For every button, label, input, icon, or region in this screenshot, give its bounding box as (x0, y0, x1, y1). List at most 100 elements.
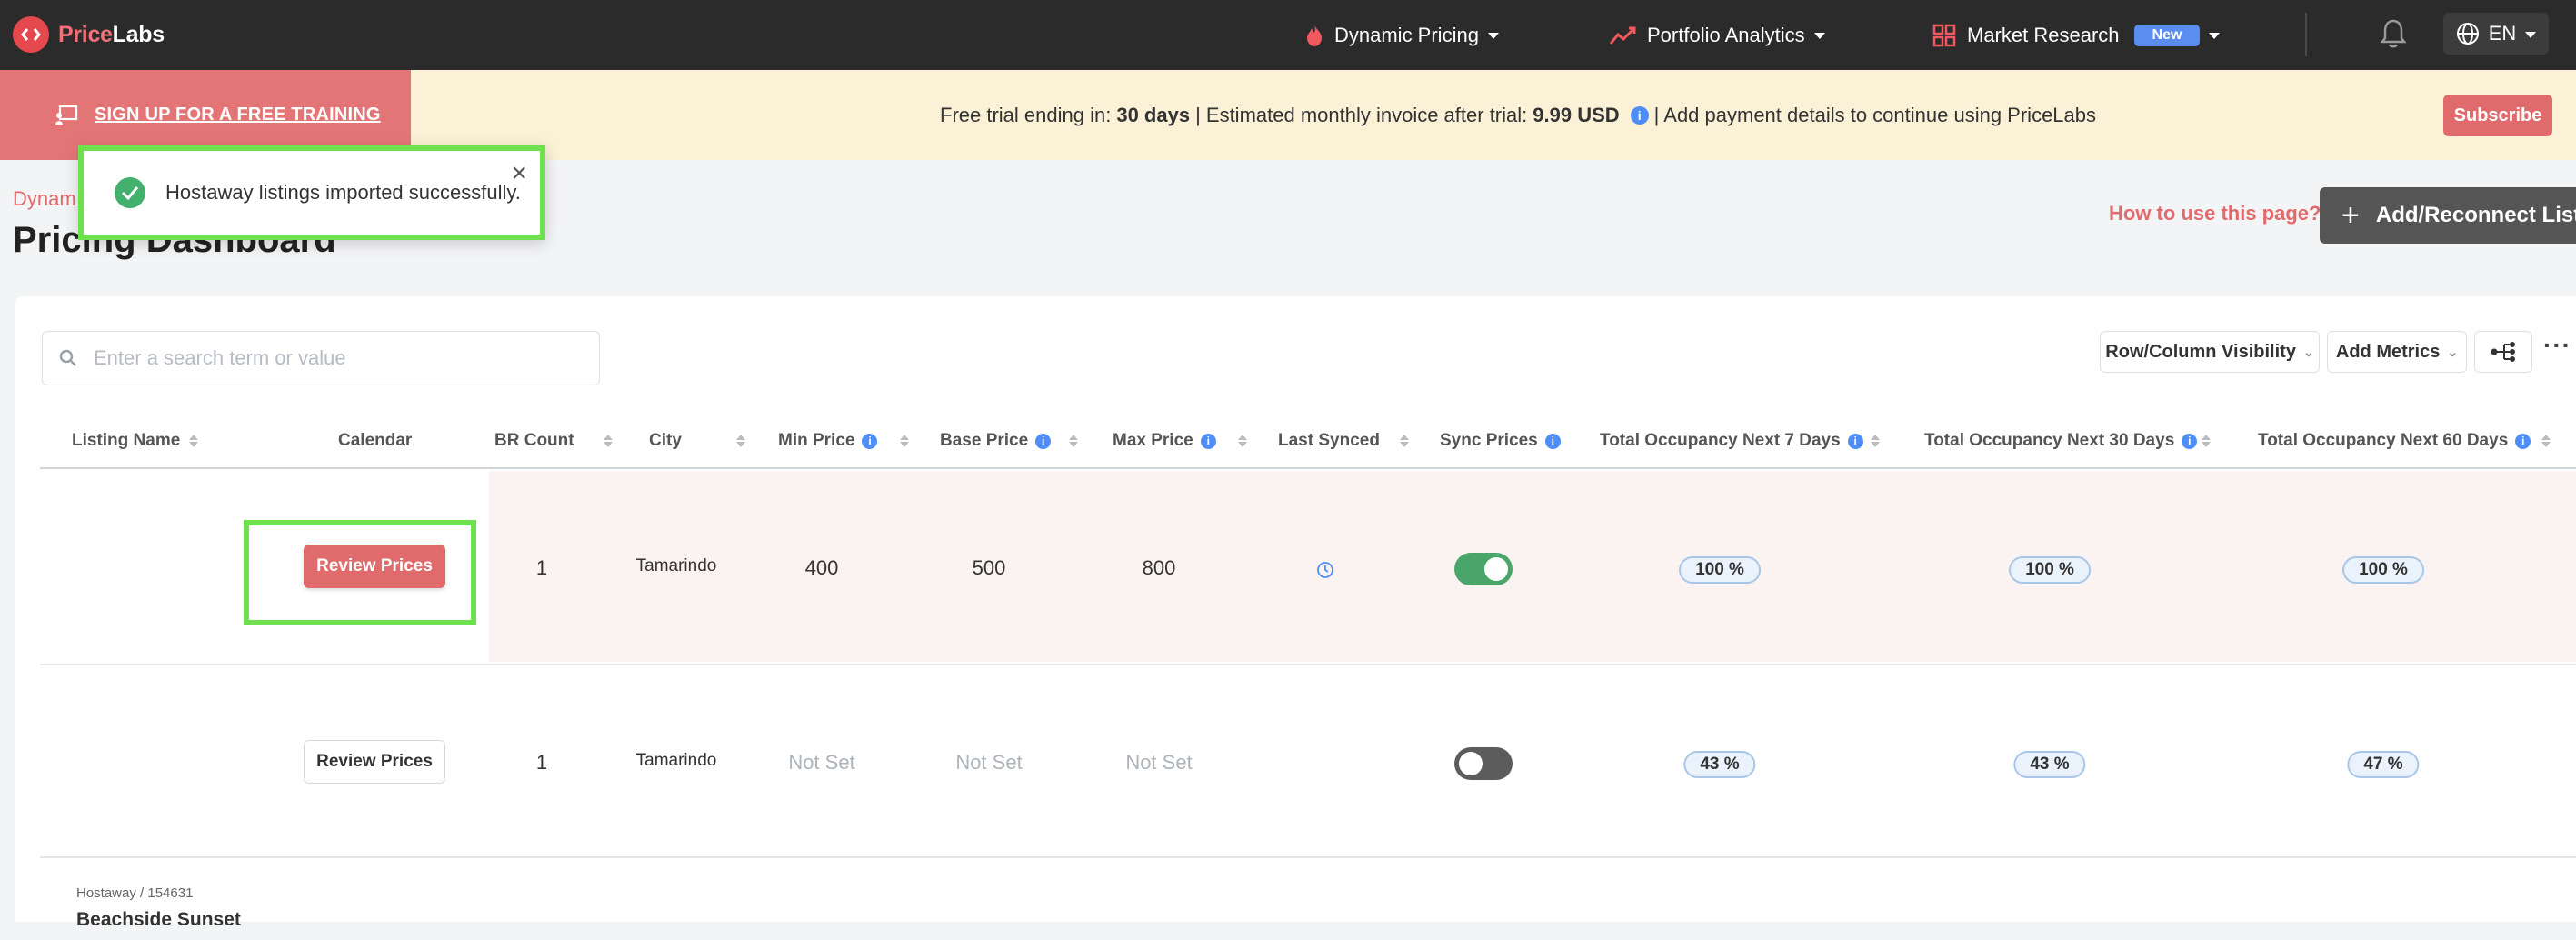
col-label: Total Occupancy Next 60 Days (2258, 431, 2509, 450)
add-reconnect-listings-button[interactable]: + Add/Reconnect Listin (2320, 187, 2576, 244)
success-toast: Hostaway listings imported successfully.… (78, 145, 545, 240)
sort-icon[interactable] (736, 415, 745, 467)
sync-prices-toggle[interactable] (1454, 553, 1513, 585)
col-max-price[interactable]: Max Price i (1113, 415, 1222, 467)
notification-bell-icon[interactable] (2380, 18, 2407, 54)
sort-icon[interactable] (1238, 415, 1247, 467)
row-column-visibility-label: Row/Column Visibility (2105, 341, 2296, 362)
table-row[interactable]: Hostaway / 154631 Beachside Sunset (40, 856, 2576, 940)
flame-icon (1305, 24, 1323, 47)
row-highlight-bg (489, 471, 2576, 662)
chevron-down-icon (2525, 31, 2537, 38)
nav-dynamic-pricing-label: Dynamic Pricing (1334, 23, 1479, 46)
sort-icon[interactable] (1871, 415, 1880, 467)
language-selector[interactable]: EN (2443, 13, 2549, 55)
search-icon (59, 349, 77, 367)
chevron-down-icon (1487, 33, 1499, 39)
info-icon[interactable]: i (1200, 433, 1216, 449)
sync-prices-toggle[interactable] (1454, 747, 1513, 780)
plus-icon: + (2341, 198, 2360, 233)
base-price-cell[interactable]: Not Set (955, 751, 1022, 775)
add-metrics-label: Add Metrics (2335, 341, 2441, 362)
col-occupancy-30[interactable]: Total Occupancy Next 30 Days i (1924, 415, 2202, 467)
sort-icon[interactable] (1400, 415, 1409, 467)
trial-days: 30 days (1116, 103, 1191, 126)
col-label: Last Synced (1278, 431, 1380, 450)
col-base-price[interactable]: Base Price i (940, 415, 1056, 467)
info-icon[interactable]: i (2515, 433, 2531, 449)
globe-icon (2456, 22, 2480, 45)
occupancy-7-badge: 43 % (1683, 751, 1756, 778)
trial-message: Free trial ending in: 30 days | Estimate… (940, 70, 2096, 160)
nav-market-research[interactable]: Market Research New (1932, 0, 2221, 70)
nav-portfolio-analytics[interactable]: Portfolio Analytics (1609, 0, 1825, 70)
sort-icon[interactable] (2202, 415, 2211, 467)
occupancy-30-badge: 100 % (2009, 556, 2091, 584)
close-icon[interactable]: × (511, 160, 527, 187)
hierarchy-icon (2490, 341, 2517, 363)
table-header: Listing Name Calendar BR Count City Min … (40, 415, 2576, 469)
pricelabs-logo[interactable]: PriceLabs (13, 16, 165, 53)
search-box[interactable] (42, 331, 600, 385)
listing-name[interactable]: Beachside Sunset (76, 909, 241, 931)
subscribe-button[interactable]: Subscribe (2443, 95, 2552, 136)
info-icon[interactable]: i (1544, 433, 1561, 449)
chevron-down-icon: ⌄ (2302, 344, 2314, 359)
info-icon[interactable]: i (1035, 433, 1052, 449)
max-price-cell[interactable]: 800 (1143, 556, 1176, 580)
invoice-prefix: | Estimated monthly invoice after trial: (1195, 103, 1528, 126)
col-min-price[interactable]: Min Price i (778, 415, 883, 467)
nav-divider (2305, 13, 2307, 56)
base-price-cell[interactable]: 500 (973, 556, 1006, 580)
min-price-cell[interactable]: 400 (805, 556, 839, 580)
logo-text: PriceLabs (58, 21, 165, 47)
hierarchy-view-button[interactable] (2474, 331, 2532, 373)
clock-icon (1316, 561, 1334, 584)
city-cell: Tamarindo (635, 751, 717, 770)
check-circle-icon (115, 177, 145, 208)
breadcrumb[interactable]: Dynam (13, 187, 76, 211)
col-occupancy-7[interactable]: Total Occupancy Next 7 Days i (1600, 415, 1869, 467)
col-calendar: Calendar (338, 415, 412, 467)
min-price-cell[interactable]: Not Set (788, 751, 854, 775)
row-column-visibility-button[interactable]: Row/Column Visibility ⌄ (2100, 331, 2320, 373)
add-reconnect-label: Add/Reconnect Listin (2375, 203, 2576, 227)
trial-prefix: Free trial ending in: (940, 103, 1112, 126)
invoice-amount: 9.99 USD (1533, 103, 1620, 126)
review-prices-button[interactable]: Review Prices (304, 740, 445, 784)
col-city[interactable]: City (649, 415, 682, 467)
sort-icon[interactable] (1069, 415, 1078, 467)
chevron-down-icon (1813, 33, 1825, 39)
table-row[interactable]: Review Prices 1 Tamarindo Not Set Not Se… (40, 664, 2576, 856)
info-icon[interactable]: i (1630, 105, 1649, 125)
info-icon[interactable]: i (1847, 433, 1863, 449)
col-occupancy-60[interactable]: Total Occupancy Next 60 Days i (2258, 415, 2536, 467)
col-label: Sync Prices (1440, 431, 1538, 450)
search-input[interactable] (92, 345, 568, 371)
col-listing-name[interactable]: Listing Name (72, 415, 180, 467)
col-label: Max Price (1113, 431, 1193, 450)
sort-icon[interactable] (189, 415, 198, 467)
col-label: Total Occupancy Next 30 Days (1924, 431, 2175, 450)
occupancy-60-badge: 100 % (2342, 556, 2424, 584)
sort-icon[interactable] (604, 415, 613, 467)
info-icon[interactable]: i (862, 433, 878, 449)
chevron-down-icon: ⌄ (2447, 344, 2459, 359)
chevron-down-icon (2209, 33, 2221, 39)
top-nav: PriceLabs Dynamic Pricing Portfolio Anal… (0, 0, 2576, 70)
how-to-use-link[interactable]: How to use this page? (2109, 202, 2321, 225)
listing-source: Hostaway / 154631 (76, 885, 194, 901)
sort-icon[interactable] (900, 415, 909, 467)
col-br-count[interactable]: BR Count (494, 415, 574, 467)
sort-icon[interactable] (2541, 415, 2551, 467)
language-label: EN (2488, 22, 2517, 45)
nav-dynamic-pricing[interactable]: Dynamic Pricing (1305, 0, 1499, 70)
col-last-synced[interactable]: Last Synced (1278, 415, 1380, 467)
info-icon[interactable]: i (2182, 433, 2198, 449)
col-label: Min Price (778, 431, 855, 450)
max-price-cell[interactable]: Not Set (1125, 751, 1192, 775)
col-sync-prices: Sync Prices i (1440, 415, 1566, 467)
add-metrics-button[interactable]: Add Metrics ⌄ (2327, 331, 2467, 373)
more-options-button[interactable]: ··· (2543, 331, 2571, 360)
nav-portfolio-analytics-label: Portfolio Analytics (1647, 23, 1805, 46)
